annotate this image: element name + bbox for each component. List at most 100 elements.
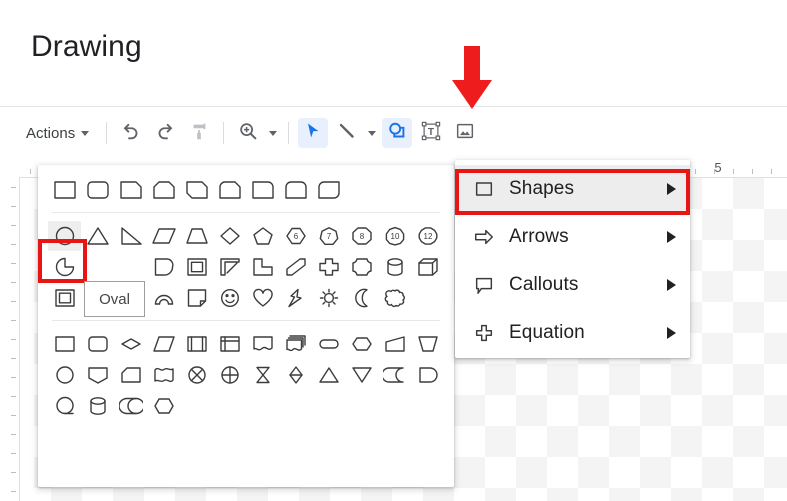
shape-cell-flowchart-sort[interactable]: [279, 360, 312, 390]
shape-cell-teardrop-b[interactable]: [114, 252, 147, 282]
shape-cell-flowchart-terminator[interactable]: [312, 329, 345, 359]
shape-cell-heptagon-7[interactable]: 7: [312, 221, 345, 251]
shape-cell-flowchart-manual-input[interactable]: [378, 329, 411, 359]
actions-menu-button[interactable]: Actions: [14, 118, 99, 148]
shape-cell-flowchart-extract[interactable]: [312, 360, 345, 390]
menu-item-arrows[interactable]: Arrows: [455, 213, 690, 261]
shape-cell-rectangle[interactable]: [48, 175, 81, 205]
shapes-palette-panel[interactable]: 6 7 8 10 12: [38, 165, 454, 487]
shape-cell-parallelogram[interactable]: [147, 221, 180, 251]
shape-cell-round-diagonal-corner-rectangle[interactable]: [312, 175, 345, 205]
shape-cell-flowchart-card[interactable]: [114, 360, 147, 390]
paint-format-icon: [188, 120, 210, 147]
redo-button[interactable]: [150, 118, 180, 148]
shape-cell-flowchart-punched-tape[interactable]: [147, 360, 180, 390]
shape-cell-l-shape[interactable]: [213, 252, 246, 282]
shape-cell-round-same-side-corner-rectangle[interactable]: [279, 175, 312, 205]
shape-cell-sun[interactable]: [312, 283, 345, 313]
shape-cell-half-frame[interactable]: [180, 252, 213, 282]
svg-text:7: 7: [326, 232, 331, 241]
shape-cell-flowchart-sequential-access-storage[interactable]: [48, 391, 81, 421]
shape-cell-flowchart-direct-access-storage[interactable]: [114, 391, 147, 421]
shape-cell-flowchart-preparation[interactable]: [345, 329, 378, 359]
ruler-tick: [11, 377, 16, 378]
shape-cell-right-triangle[interactable]: [114, 221, 147, 251]
shape-cell-snip-diagonal-corner-rectangle[interactable]: [180, 175, 213, 205]
text-box-tool[interactable]: T: [416, 118, 446, 148]
shape-cell-flowchart-decision[interactable]: [114, 329, 147, 359]
shape-cell-flowchart-process[interactable]: [48, 329, 81, 359]
shape-cell-flowchart-delay[interactable]: [411, 360, 444, 390]
ruler-tick: [11, 434, 16, 435]
shape-cell-hexagon-6[interactable]: 6: [279, 221, 312, 251]
shape-cell-stripe[interactable]: [279, 252, 312, 282]
shape-cell-plaque[interactable]: [345, 252, 378, 282]
shape-cell-snip-and-round-single-corner-rectangle[interactable]: [213, 175, 246, 205]
shape-cell-folded-corner[interactable]: [180, 283, 213, 313]
shape-cell-teardrop[interactable]: [81, 252, 114, 282]
ruler-label: 5: [714, 160, 722, 175]
shape-cell-flowchart-predefined-process[interactable]: [180, 329, 213, 359]
shape-cell-flowchart-collate[interactable]: [246, 360, 279, 390]
shape-cell-flowchart-multidocument[interactable]: [279, 329, 312, 359]
shape-cell-frame[interactable]: [147, 252, 180, 282]
shape-cell-pie[interactable]: [48, 252, 81, 282]
shape-cell-flowchart-data[interactable]: [147, 329, 180, 359]
shape-cell-arc[interactable]: [147, 283, 180, 313]
shape-cell-smiley-face[interactable]: [213, 283, 246, 313]
shape-cell-flowchart-display[interactable]: [147, 391, 180, 421]
shape-cell-snip-single-corner-rectangle[interactable]: [114, 175, 147, 205]
shape-cell-moon[interactable]: [345, 283, 378, 313]
actions-label: Actions: [26, 124, 76, 142]
menu-item-callouts[interactable]: Callouts: [455, 261, 690, 309]
vertical-ruler[interactable]: [0, 177, 20, 501]
shape-cell-flowchart-connector[interactable]: [48, 360, 81, 390]
shape-cell-flowchart-manual-operation[interactable]: [411, 329, 444, 359]
shape-cell-octagon-8[interactable]: 8: [345, 221, 378, 251]
shape-cell-flowchart-magnetic-disk[interactable]: [81, 391, 114, 421]
shape-cell-flowchart-stored-data[interactable]: [378, 360, 411, 390]
shape-cell-heart[interactable]: [246, 283, 279, 313]
image-tool[interactable]: [450, 118, 480, 148]
ruler-tick: [11, 453, 16, 454]
ruler-tick: [11, 472, 16, 473]
ruler-tick: [11, 263, 16, 264]
shape-cell-oval[interactable]: [48, 220, 81, 251]
line-chevron-down-icon[interactable]: [368, 130, 377, 136]
shape-cell-cylinder[interactable]: [378, 252, 411, 282]
zoom-chevron-down-icon[interactable]: [269, 130, 278, 136]
shape-cell-flowchart-summing-junction[interactable]: [180, 360, 213, 390]
line-tool[interactable]: [332, 118, 362, 148]
shape-cell-flowchart-off-page-connector[interactable]: [81, 360, 114, 390]
shape-cell-diagonal-stripe[interactable]: [246, 252, 279, 282]
shape-cell-flowchart-alternate-process[interactable]: [81, 329, 114, 359]
shape-cell-flowchart-document[interactable]: [246, 329, 279, 359]
shape-cell-pentagon[interactable]: [246, 221, 279, 251]
shape-cell-cross[interactable]: [312, 252, 345, 282]
zoom-button[interactable]: [233, 118, 263, 148]
shape-cell-flowchart-merge[interactable]: [345, 360, 378, 390]
menu-item-shapes[interactable]: Shapes: [455, 165, 690, 213]
shape-cell-dodecagon-12[interactable]: 12: [411, 221, 444, 251]
shape-category-menu[interactable]: Shapes Arrows Callouts Equation: [455, 160, 690, 358]
shape-cell-rounded-rectangle[interactable]: [81, 175, 114, 205]
chevron-right-icon: [667, 231, 676, 243]
undo-button[interactable]: [116, 118, 146, 148]
shape-cell-bevel[interactable]: [48, 283, 81, 313]
shape-cell-flowchart-internal-storage[interactable]: [213, 329, 246, 359]
ruler-tick: [11, 282, 16, 283]
shape-cell-decagon-10[interactable]: 10: [378, 221, 411, 251]
shape-cell-cube[interactable]: [411, 252, 444, 282]
select-tool[interactable]: [298, 118, 329, 148]
shape-cell-triangle[interactable]: [81, 221, 114, 251]
shape-cell-round-single-corner-rectangle[interactable]: [246, 175, 279, 205]
shape-cell-flowchart-or[interactable]: [213, 360, 246, 390]
shape-tool[interactable]: [382, 118, 413, 148]
shape-cell-trapezoid[interactable]: [180, 221, 213, 251]
shape-cell-snip-top-two-corners-rectangle[interactable]: [147, 175, 180, 205]
paint-format-button[interactable]: [184, 118, 214, 148]
shape-cell-diamond[interactable]: [213, 221, 246, 251]
menu-item-equation[interactable]: Equation: [455, 309, 690, 357]
shape-cell-lightning-bolt[interactable]: [279, 283, 312, 313]
shape-cell-cloud[interactable]: [378, 283, 411, 313]
